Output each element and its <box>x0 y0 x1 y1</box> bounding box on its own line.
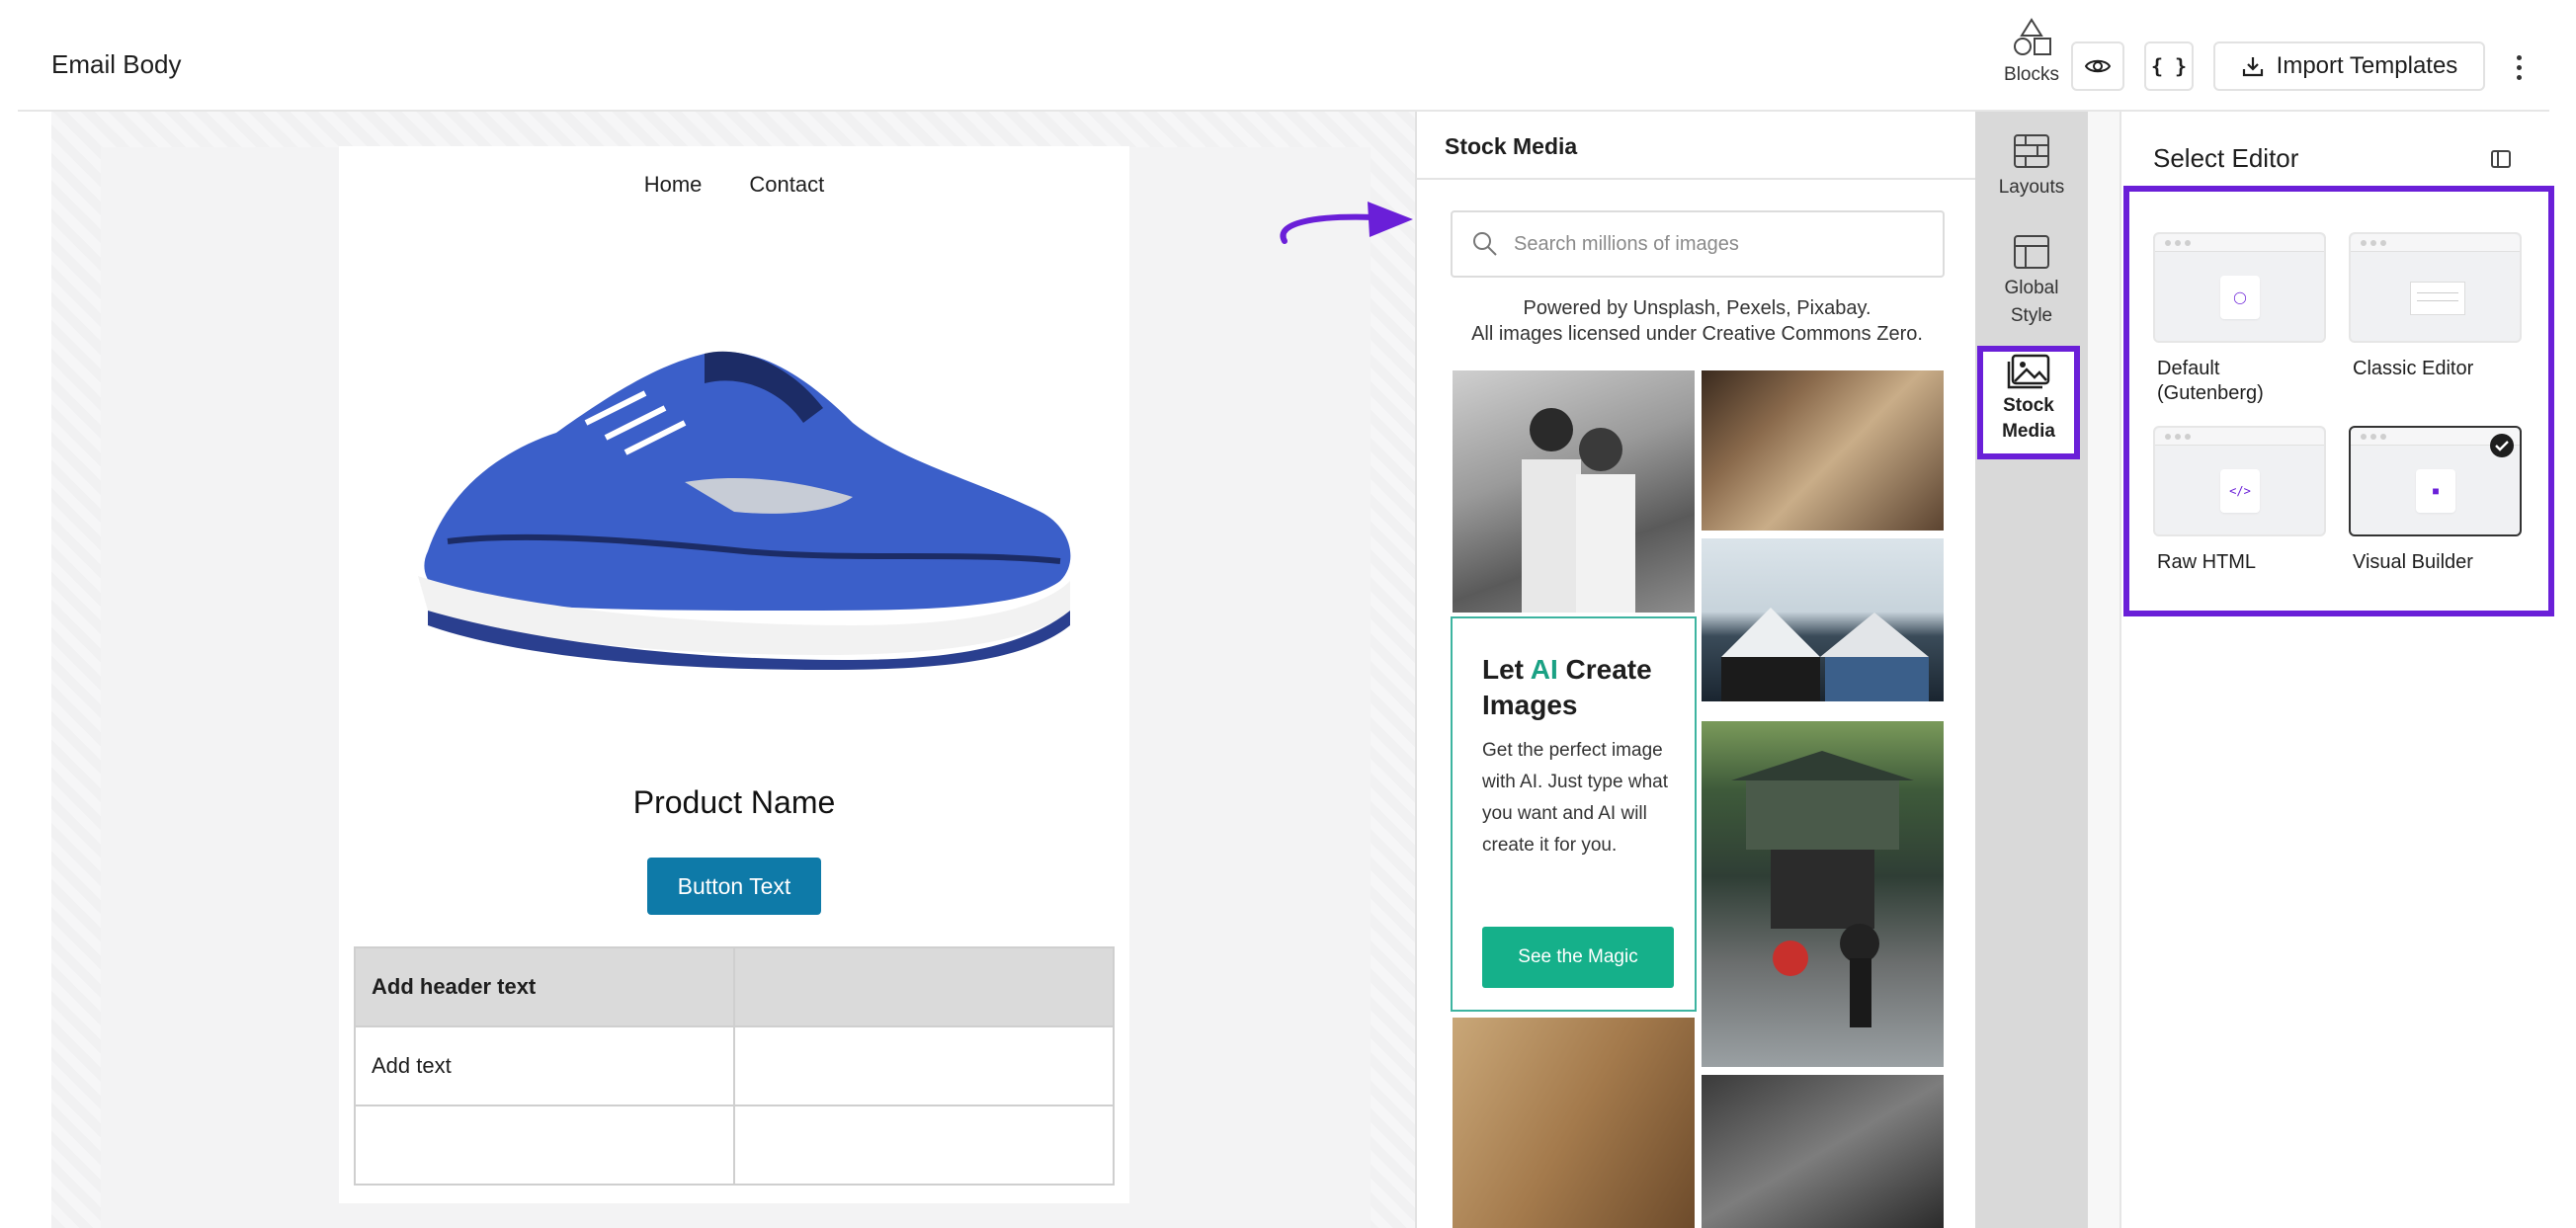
table-cell[interactable]: Add header text <box>353 946 736 1027</box>
table-cell[interactable] <box>733 946 1115 1027</box>
import-templates-button[interactable]: Import Templates <box>2213 41 2485 91</box>
promo-text: Get the perfect image with AI. Just type… <box>1482 740 1668 856</box>
code-icon: </> <box>2220 469 2260 513</box>
select-editor-title: Select Editor <box>2153 143 2299 173</box>
import-templates-label: Import Templates <box>2276 52 2458 79</box>
search-icon <box>1473 232 1497 256</box>
tab-global-style[interactable]: Global Style <box>1975 233 2088 330</box>
table-cell[interactable] <box>733 1025 1115 1106</box>
editor-option-raw-html[interactable]: </> Raw HTML <box>2153 426 2326 575</box>
product-image[interactable] <box>388 314 1080 670</box>
gutenberg-icon: ◯ <box>2220 276 2260 319</box>
stock-image-building[interactable] <box>1453 1018 1695 1228</box>
stock-image-street-shadows[interactable] <box>1702 370 1944 531</box>
nav-home-link[interactable]: Home <box>644 172 703 198</box>
table-cell[interactable] <box>353 1105 736 1186</box>
email-cta-button[interactable]: Button Text <box>647 858 821 915</box>
table-cell[interactable]: Add text <box>353 1025 736 1106</box>
more-options-icon[interactable] <box>2504 45 2534 89</box>
tab-label: Blocks <box>2004 64 2059 85</box>
arrow-annotation-icon <box>1280 202 1413 244</box>
global-style-icon <box>2014 235 2049 269</box>
visual-builder-icon: ■ <box>2416 469 2455 513</box>
editor-option-label: Classic Editor <box>2353 358 2474 379</box>
stock-image-couple[interactable] <box>1453 370 1695 613</box>
stock-media-title: Stock Media <box>1445 133 1578 159</box>
app-root: Email Body { } Import Templates Home Con… <box>0 0 2576 1228</box>
panel-gap <box>2088 112 2119 1228</box>
email-nav: Home Contact <box>339 172 1129 198</box>
image-search-field[interactable] <box>1451 210 1945 278</box>
promo-title: Let AI Create Images <box>1482 654 1652 720</box>
editor-option-card <box>2349 232 2522 343</box>
stock-image-temple-rain[interactable] <box>1702 721 1944 1067</box>
table-row <box>353 1105 1115 1186</box>
tab-label: Global Style <box>2004 278 2059 326</box>
ai-promo-card: Let AI Create Images Get the perfect ima… <box>1451 616 1697 1012</box>
editor-option-card: ■ <box>2349 426 2522 536</box>
credit-line: All images licensed under Creative Commo… <box>1471 323 1923 345</box>
classic-editor-icon <box>2410 282 2465 315</box>
editor-option-card: </> <box>2153 426 2326 536</box>
table-cell[interactable] <box>733 1105 1115 1186</box>
editor-option-default[interactable]: ◯ Default (Gutenberg) <box>2153 232 2326 406</box>
eye-icon <box>2085 59 2111 73</box>
tab-layouts[interactable]: Layouts <box>1975 132 2088 202</box>
select-editor-panel: Select Editor ◯ Default (Gutenberg) Clas… <box>2119 112 2554 1228</box>
page-title: Email Body <box>51 49 182 79</box>
stock-image-sea-hats[interactable] <box>1702 538 1944 701</box>
tab-stock-media[interactable]: Stock Media <box>1977 346 2080 459</box>
code-button[interactable]: { } <box>2144 41 2194 91</box>
tab-label: Stock Media <box>2002 395 2055 442</box>
editor-option-classic[interactable]: Classic Editor <box>2349 232 2522 381</box>
editor-option-card: ◯ <box>2153 232 2326 343</box>
stock-media-panel: Stock Media Powered by Unsplash, Pexels,… <box>1415 112 1975 1228</box>
checkmark-icon <box>2490 434 2514 457</box>
editor-option-label: Raw HTML <box>2157 551 2257 573</box>
credit-line: Powered by Unsplash, Pexels, Pixabay. <box>1523 297 1871 319</box>
email-table[interactable]: Add header text Add text <box>353 946 1115 1186</box>
image-icon <box>2007 354 2050 389</box>
table-row: Add header text <box>353 946 1115 1027</box>
editor-option-label: Visual Builder <box>2353 551 2473 573</box>
layouts-icon <box>2014 134 2049 168</box>
product-name[interactable]: Product Name <box>339 784 1129 821</box>
header-bar: Email Body { } Import Templates <box>18 0 2549 112</box>
tab-blocks[interactable]: Blocks <box>1975 18 2088 89</box>
blocks-icon <box>2014 18 2051 55</box>
see-the-magic-button[interactable]: See the Magic <box>1482 927 1674 988</box>
editor-option-label: Default (Gutenberg) <box>2157 358 2264 404</box>
stock-credits: Powered by Unsplash, Pexels, Pixabay. Al… <box>1417 295 1975 347</box>
editor-option-visual-builder[interactable]: ■ Visual Builder <box>2349 426 2522 575</box>
table-row: Add text <box>353 1025 1115 1106</box>
download-icon <box>2242 57 2263 77</box>
sidebar-toggle-icon[interactable] <box>2489 147 2513 171</box>
divider <box>1417 178 1975 180</box>
search-input[interactable] <box>1514 232 1929 256</box>
stock-image-crowd[interactable] <box>1702 1075 1944 1228</box>
tab-label: Layouts <box>1998 177 2065 198</box>
nav-contact-link[interactable]: Contact <box>749 172 824 198</box>
email-preview[interactable]: Home Contact Product Name Button Text Ad… <box>339 146 1129 1203</box>
